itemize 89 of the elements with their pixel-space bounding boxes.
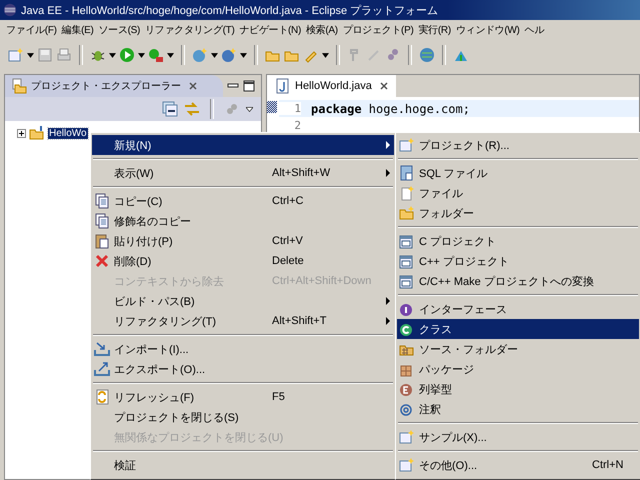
dropdown-caret-icon[interactable]	[322, 52, 329, 58]
import-icon	[94, 341, 110, 357]
menu-item[interactable]: ファイル	[397, 183, 639, 203]
c-project-icon	[399, 233, 415, 249]
dropdown-caret-icon[interactable]	[240, 52, 247, 58]
link-arrows-icon[interactable]	[184, 101, 200, 117]
menu-item[interactable]: SQL ファイル	[397, 163, 639, 183]
globe-icon[interactable]	[419, 47, 435, 63]
project-folder-icon	[29, 125, 45, 141]
view-menu-icon[interactable]	[246, 106, 253, 112]
menu-item[interactable]: フォルダー	[397, 203, 639, 223]
menu-item[interactable]: プロジェクト(R)...	[397, 135, 639, 155]
line-number: 1	[279, 102, 301, 115]
menu-item[interactable]: C++ プロジェクト	[397, 251, 639, 271]
menu-bar-item[interactable]: ソース(S)	[98, 23, 140, 37]
menu-bar-item[interactable]: リファクタリング(T)	[145, 23, 235, 37]
overview-marker	[267, 101, 277, 113]
menu-item[interactable]: インターフェース	[397, 299, 639, 319]
menu-item[interactable]: 表示(W) Alt+Shift+W	[92, 163, 394, 183]
menu-bar-item[interactable]: 検索(A)	[306, 23, 338, 37]
dropdown-caret-icon[interactable]	[109, 52, 116, 58]
menu-item[interactable]: C プロジェクト	[397, 231, 639, 251]
menu-item[interactable]: 検証	[92, 455, 394, 475]
dropdown-caret-icon[interactable]	[167, 52, 174, 58]
submenu-arrow-icon	[386, 141, 390, 149]
menu-bar-item[interactable]: ヘル	[524, 23, 544, 37]
submenu-arrow-icon	[386, 169, 390, 177]
bubble-icon[interactable]	[385, 47, 401, 63]
tree-item[interactable]: HelloWo	[48, 128, 88, 138]
menu-bar-item[interactable]: 実行(R)	[418, 23, 451, 37]
submenu-arrow-icon	[386, 317, 390, 325]
collapse-all-icon[interactable]	[162, 101, 178, 117]
interface-icon	[399, 301, 415, 317]
c-project-icon	[399, 253, 415, 269]
menu-item[interactable]: 新規(N)	[92, 135, 394, 155]
class-icon	[399, 321, 415, 337]
copy-icon	[94, 193, 110, 209]
menu-bar-item[interactable]: ファイル(F)	[6, 23, 57, 37]
menu-item[interactable]: エクスポート(O)...	[92, 359, 394, 379]
dropdown-caret-icon[interactable]	[211, 52, 218, 58]
java-file-icon	[275, 78, 291, 94]
menu-item[interactable]: プロジェクトを閉じる(S)	[92, 407, 394, 427]
menu-item[interactable]: サンプル(X)...	[397, 427, 639, 447]
menu-item[interactable]: インポート(I)...	[92, 339, 394, 359]
delete-icon	[94, 253, 110, 269]
eclipse-logo-icon	[3, 3, 17, 17]
maximize-icon[interactable]	[243, 80, 255, 92]
print-icon[interactable]	[56, 47, 72, 63]
view-tab[interactable]: プロジェクト・エクスプローラー	[5, 75, 223, 97]
code-line: package hoge.hoge.com;	[311, 102, 470, 116]
menu-item[interactable]: リファクタリング(T) Alt+Shift+T	[92, 311, 394, 331]
menu-item[interactable]: その他(O)... Ctrl+N	[397, 455, 639, 475]
menu-item[interactable]: パッケージ	[397, 359, 639, 379]
export-icon	[94, 361, 110, 377]
menu-item[interactable]: 注釈	[397, 399, 639, 419]
new-wizard-icon	[399, 429, 415, 445]
close-icon[interactable]	[189, 82, 197, 90]
menu-item[interactable]: リフレッシュ(F) F5	[92, 387, 394, 407]
menu-item[interactable]: 修飾名のコピー	[92, 211, 394, 231]
menu-bar-item[interactable]: 編集(E)	[62, 23, 94, 37]
enum-icon	[399, 381, 415, 397]
dropdown-caret-icon[interactable]	[27, 52, 34, 58]
expand-icon[interactable]	[17, 128, 26, 138]
sql-file-icon	[399, 165, 415, 181]
menu-item[interactable]: クラス	[397, 319, 639, 339]
submenu-arrow-icon	[386, 297, 390, 305]
new-file-icon	[399, 185, 415, 201]
c-project-icon	[399, 273, 415, 289]
window-title: Java EE - HelloWorld/src/hoge/hoge/com/HelloWorld.java - Eclipse プラットフォーム	[21, 4, 438, 18]
refresh-icon	[94, 389, 110, 405]
new-wizard-icon	[399, 457, 415, 473]
dropdown-caret-icon[interactable]	[138, 52, 145, 58]
new-folder-icon	[399, 205, 415, 221]
clipboard-icon	[94, 233, 110, 249]
editor-tab[interactable]: HelloWorld.java	[267, 75, 396, 97]
menu-bar-item[interactable]: プロジェクト(P)	[342, 23, 414, 37]
menu-item[interactable]: 貼り付け(P) Ctrl+V	[92, 231, 394, 251]
menu-item[interactable]: 削除(D) Delete	[92, 251, 394, 271]
menu-item[interactable]: 列挙型	[397, 379, 639, 399]
menu-item[interactable]: ビルド・パス(B)	[92, 291, 394, 311]
menu-item[interactable]: コピー(C) Ctrl+C	[92, 191, 394, 211]
menu-item[interactable]: ソース・フォルダー	[397, 339, 639, 359]
new-wizard-icon	[399, 137, 415, 153]
project-explorer-icon	[11, 78, 27, 94]
copy-icon	[94, 213, 110, 229]
menu-item[interactable]: C/C++ Make プロジェクトへの変換	[397, 271, 639, 291]
menu-bar-item[interactable]: ウィンドウ(W)	[456, 23, 520, 37]
close-icon[interactable]	[380, 82, 388, 90]
menu-bar-item[interactable]: ナビゲート(N)	[240, 23, 301, 37]
